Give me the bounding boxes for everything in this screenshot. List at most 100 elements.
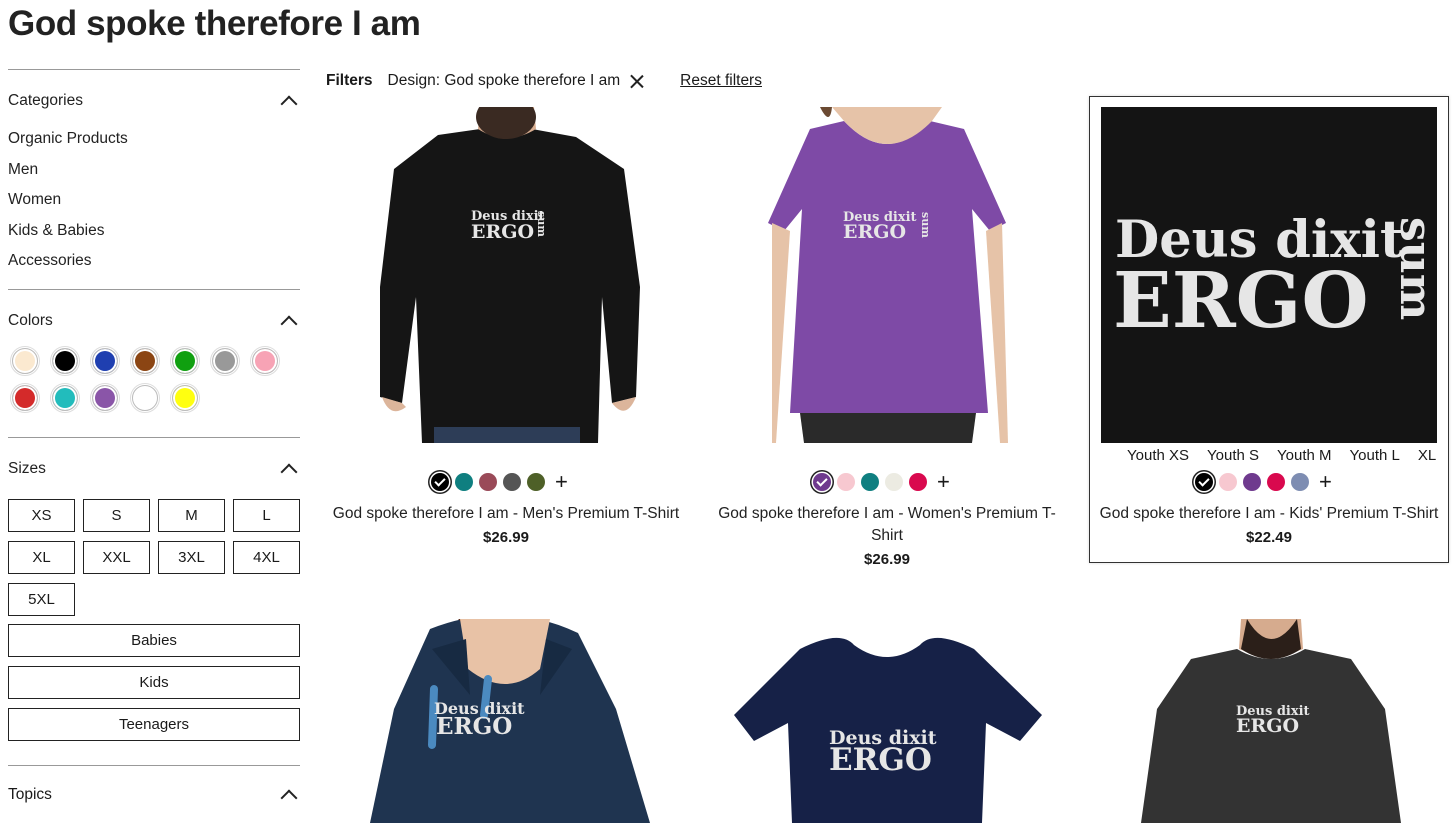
- youth-size-option[interactable]: XL: [1418, 447, 1436, 464]
- sizes-toggle[interactable]: Sizes: [8, 438, 300, 500]
- color-option[interactable]: [1219, 473, 1237, 491]
- color-option[interactable]: [837, 473, 855, 491]
- product-price: $26.99: [864, 551, 910, 568]
- size-xxl[interactable]: XXL: [83, 540, 150, 574]
- color-swatch-fill: [52, 384, 78, 411]
- color-options-mens: +: [431, 471, 568, 493]
- color-option[interactable]: [909, 473, 927, 491]
- chevron-up-icon: [280, 92, 298, 110]
- color-swatch[interactable]: [50, 382, 80, 413]
- color-option[interactable]: [455, 473, 473, 491]
- chevron-up-icon: [280, 460, 298, 478]
- colors-section: Colors: [8, 288, 300, 437]
- color-swatch[interactable]: [130, 382, 160, 413]
- size-kids[interactable]: Kids: [8, 665, 300, 699]
- color-swatch[interactable]: [10, 345, 40, 376]
- color-swatch[interactable]: [50, 345, 80, 376]
- plus-icon[interactable]: +: [1319, 471, 1332, 493]
- product-price: $26.99: [483, 529, 529, 546]
- category-organic-products[interactable]: Organic Products: [8, 124, 300, 155]
- plus-icon[interactable]: +: [937, 471, 950, 493]
- color-option-selected[interactable]: [1195, 473, 1213, 491]
- category-kids-babies[interactable]: Kids & Babies: [8, 216, 300, 247]
- color-option[interactable]: [503, 473, 521, 491]
- color-option[interactable]: [1267, 473, 1285, 491]
- color-swatch-fill: [12, 384, 38, 411]
- active-filters-bar: Filters Design: God spoke therefore I am…: [326, 70, 762, 92]
- design-line2: ERGO: [1236, 715, 1300, 737]
- filter-sidebar: Categories Organic Products Men Women Ki…: [8, 69, 300, 804]
- topics-heading: Topics: [8, 785, 52, 803]
- color-option[interactable]: [1291, 473, 1309, 491]
- size-xl[interactable]: XL: [8, 540, 75, 574]
- design-line2: ERGO: [436, 713, 513, 740]
- color-swatch[interactable]: [90, 345, 120, 376]
- product-image-womens-hoodie[interactable]: Deus dixit ERGO: [340, 619, 672, 823]
- size-xs[interactable]: XS: [8, 498, 75, 532]
- product-image-womens-tshirt[interactable]: Deus dixit ERGO sum: [720, 107, 1054, 443]
- product-image-kids-design[interactable]: Deus dixit ERGO sum: [1101, 107, 1437, 443]
- size-5xl[interactable]: 5XL: [8, 582, 75, 616]
- color-swatch-fill: [52, 347, 78, 374]
- filters-label: Filters: [326, 72, 373, 89]
- category-women[interactable]: Women: [8, 185, 300, 216]
- sizes-heading: Sizes: [8, 459, 46, 477]
- color-option[interactable]: [861, 473, 879, 491]
- youth-size-option[interactable]: Youth M: [1277, 447, 1332, 464]
- chevron-up-icon: [280, 786, 298, 804]
- youth-size-option[interactable]: Youth XS: [1127, 447, 1189, 464]
- design-line2: ERGO: [829, 742, 932, 778]
- color-swatch[interactable]: [130, 345, 160, 376]
- size-3xl[interactable]: 3XL: [158, 540, 225, 574]
- product-image-mens-tshirt[interactable]: Deus dixit ERGO sum: [340, 107, 672, 443]
- page-title: God spoke therefore I am: [8, 4, 421, 43]
- youth-size-option[interactable]: Youth S: [1207, 447, 1259, 464]
- product-name[interactable]: God spoke therefore I am - Men's Premium…: [330, 503, 682, 525]
- product-price: $22.49: [1246, 529, 1292, 546]
- categories-toggle[interactable]: Categories: [8, 70, 300, 132]
- close-icon[interactable]: [630, 74, 644, 88]
- color-swatch[interactable]: [90, 382, 120, 413]
- color-option[interactable]: [885, 473, 903, 491]
- size-4xl[interactable]: 4XL: [233, 540, 300, 574]
- product-name[interactable]: God spoke therefore I am - Kids' Premium…: [1090, 503, 1448, 525]
- reset-filters-link[interactable]: Reset filters: [680, 72, 762, 90]
- color-option-selected[interactable]: [813, 473, 831, 491]
- size-teenagers[interactable]: Teenagers: [8, 707, 300, 741]
- color-swatch-fill: [132, 347, 158, 374]
- active-filter-label: Design: God spoke therefore I am: [387, 72, 621, 89]
- design-line2: ERGO: [843, 221, 907, 243]
- sizes-section: Sizes XS S M L XL XXL 3XL 4XL 5XL Babies…: [8, 436, 300, 741]
- product-image-baby-bodysuit[interactable]: Deus dixit ERGO: [720, 619, 1054, 823]
- design-line2: ERGO: [471, 221, 535, 243]
- color-swatch[interactable]: [250, 345, 280, 376]
- color-option-selected[interactable]: [431, 473, 449, 491]
- design-side: sum: [535, 211, 548, 237]
- topics-toggle[interactable]: Topics: [8, 764, 300, 804]
- color-option[interactable]: [479, 473, 497, 491]
- category-men[interactable]: Men: [8, 155, 300, 186]
- product-image-mens-longsleeve[interactable]: Deus dixit ERGO: [1101, 619, 1437, 823]
- colors-toggle[interactable]: Colors: [8, 290, 300, 352]
- color-swatch-fill: [212, 347, 238, 374]
- product-name[interactable]: God spoke therefore I am - Women's Premi…: [717, 503, 1057, 546]
- color-option[interactable]: [527, 473, 545, 491]
- size-l[interactable]: L: [233, 498, 300, 532]
- size-babies[interactable]: Babies: [8, 623, 300, 657]
- chevron-up-icon: [280, 312, 298, 330]
- categories-heading: Categories: [8, 92, 83, 109]
- color-swatch-fill: [172, 384, 198, 411]
- color-option[interactable]: [1243, 473, 1261, 491]
- color-swatch-fill: [132, 384, 158, 411]
- color-options-kids: +: [1195, 471, 1332, 493]
- categories-section: Categories Organic Products Men Women Ki…: [8, 69, 300, 289]
- size-s[interactable]: S: [83, 498, 150, 532]
- youth-size-option[interactable]: Youth L: [1350, 447, 1400, 464]
- color-swatch[interactable]: [10, 382, 40, 413]
- color-swatch[interactable]: [170, 345, 200, 376]
- category-accessories[interactable]: Accessories: [8, 246, 300, 277]
- color-swatch[interactable]: [170, 382, 200, 413]
- color-swatch[interactable]: [210, 345, 240, 376]
- size-m[interactable]: M: [158, 498, 225, 532]
- plus-icon[interactable]: +: [555, 471, 568, 493]
